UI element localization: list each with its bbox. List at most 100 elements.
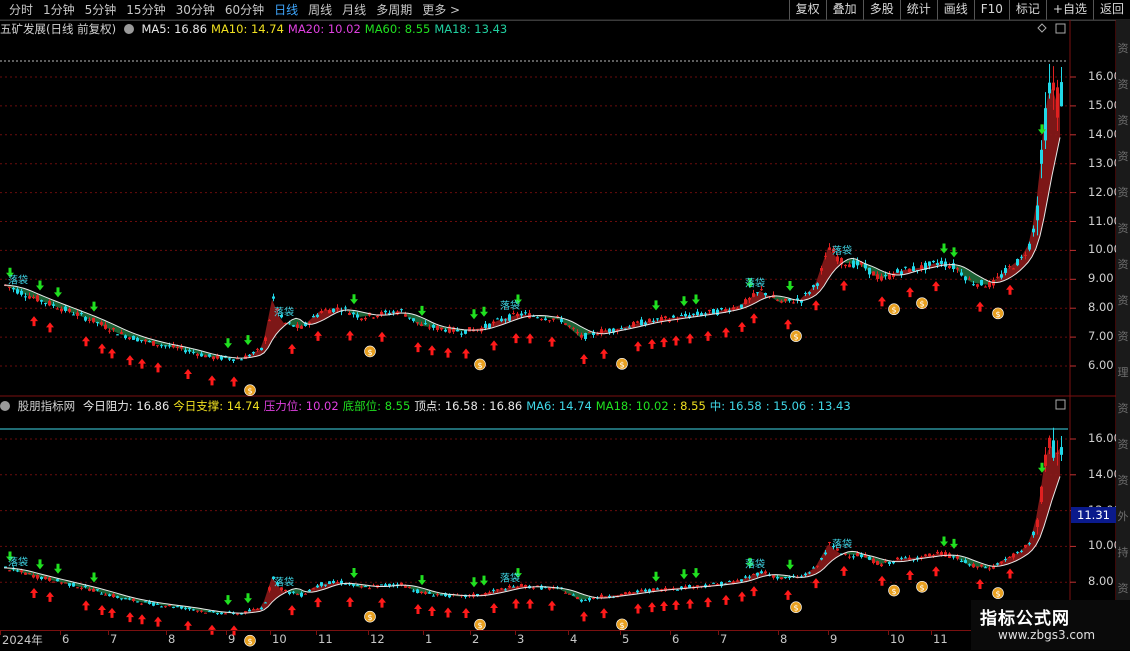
ind-candle (580, 600, 583, 602)
side-strip-char-11: 资 (1116, 438, 1130, 452)
ind-buy-arrow-icon-0 (30, 588, 38, 598)
ind-candle (876, 561, 879, 565)
main-candle (660, 317, 663, 321)
ind-candle (176, 606, 179, 607)
date-label-17: 10 (890, 632, 905, 646)
date-label-3: 8 (168, 632, 175, 646)
main-candle (176, 347, 179, 348)
main-candle (336, 308, 339, 310)
main-buy-arrow-icon-35 (812, 300, 820, 310)
main-candle (120, 332, 123, 334)
main-candle (420, 324, 423, 326)
ind-candle (904, 557, 907, 558)
side-strip-char-6: 资 (1116, 258, 1130, 272)
main-candle (76, 313, 79, 316)
ind-candle (548, 588, 551, 590)
ind-candle (184, 608, 187, 609)
main-candle (724, 309, 727, 311)
main-candle (636, 321, 639, 322)
main-candle (904, 267, 907, 268)
ind-candle (132, 599, 135, 601)
main-candle (512, 313, 515, 314)
ind-candle (404, 586, 407, 588)
ind-candle (128, 598, 131, 599)
main-candle (972, 284, 975, 285)
ind-candle (224, 613, 227, 614)
main-sell-arrow-icon-13 (692, 295, 700, 305)
ind-candle (988, 568, 991, 569)
ind-candle (1012, 553, 1015, 557)
main-buy-arrow-icon-30 (704, 331, 712, 341)
ind-candle (136, 601, 139, 602)
main-candle (1060, 82, 1063, 106)
panel-diamond-icon (1038, 24, 1046, 32)
main-buy-arrow-icon-22 (548, 337, 556, 347)
side-strip-char-7: 资 (1116, 294, 1130, 308)
ind-sell-arrow-icon-18 (950, 539, 958, 549)
side-strip-char-5: 资 (1116, 222, 1130, 236)
ind-sell-arrow-icon-11 (652, 572, 660, 582)
ind-candle (812, 568, 815, 569)
main-candle (936, 263, 939, 265)
ind-candle (32, 575, 35, 577)
side-strip-char-13: 外 (1116, 510, 1130, 524)
main-candle (8, 287, 11, 288)
main-candle (272, 297, 275, 299)
ind-candle (116, 596, 119, 598)
main-fall-label-1: 落袋 (274, 305, 294, 318)
main-candle (484, 324, 487, 328)
ind-candle (420, 592, 423, 593)
ind-money-bag-icon-7-label: $ (995, 590, 1000, 599)
main-candle (1044, 108, 1047, 140)
ind-buy-arrow-icon-34 (784, 590, 792, 600)
main-tick-10: 6.00 (1088, 358, 1114, 372)
main-buy-arrow-icon-37 (878, 296, 886, 306)
main-candle (12, 288, 15, 289)
ind-buy-arrow-icon-22 (548, 601, 556, 611)
ind-candle (72, 583, 75, 586)
main-candle (184, 350, 187, 352)
ind-candle (932, 555, 935, 556)
main-candle (140, 340, 143, 341)
side-strip-char-0: 资 (1116, 42, 1130, 56)
ind-candle (828, 542, 831, 543)
main-candle (20, 291, 23, 295)
main-candle (848, 264, 851, 267)
main-candle (56, 309, 59, 310)
date-label-11: 4 (570, 632, 577, 646)
main-tick-8: 8.00 (1088, 300, 1114, 314)
ind-candle (1040, 487, 1043, 502)
main-buy-arrow-icon-33 (750, 313, 758, 323)
ind-candle (204, 613, 207, 614)
kline-chart[interactable]: $$$$$$$$落袋落袋落袋落袋落袋$$$$$$$$落袋落袋落袋落袋落袋 (0, 0, 1130, 650)
main-candle (168, 345, 171, 346)
date-label-1: 6 (62, 632, 69, 646)
ind-buy-arrow-icon-11 (288, 605, 296, 615)
ind-sell-arrow-icon-8 (470, 577, 478, 587)
ind-candle (356, 585, 359, 586)
ind-candle (1020, 551, 1023, 552)
main-candle (444, 330, 447, 332)
main-candle (492, 322, 495, 324)
ind-sell-arrow-icon-6 (350, 568, 358, 578)
main-candle (584, 333, 587, 339)
main-candle (316, 315, 319, 317)
ind-candle (304, 594, 307, 595)
ind-candle (860, 555, 863, 558)
main-candle (912, 266, 915, 271)
ind-candle (416, 589, 419, 593)
ind-candle (424, 592, 427, 594)
ind-candle (632, 592, 635, 593)
main-candle (1004, 268, 1007, 273)
main-buy-arrow-icon-4 (108, 348, 116, 358)
ind-candle (636, 591, 639, 593)
main-candle (868, 268, 871, 275)
main-buy-arrow-icon-31 (722, 327, 730, 337)
main-candle (488, 324, 491, 328)
date-label-9: 2 (472, 632, 479, 646)
ind-candle (432, 596, 435, 597)
ind-money-bag-icon-5-label: $ (891, 587, 896, 596)
side-info-strip[interactable]: 资资资资资资资资资理资资资外持资货 (1116, 20, 1130, 630)
ind-fall-label-0: 落袋 (8, 556, 28, 569)
main-candle (888, 274, 891, 279)
